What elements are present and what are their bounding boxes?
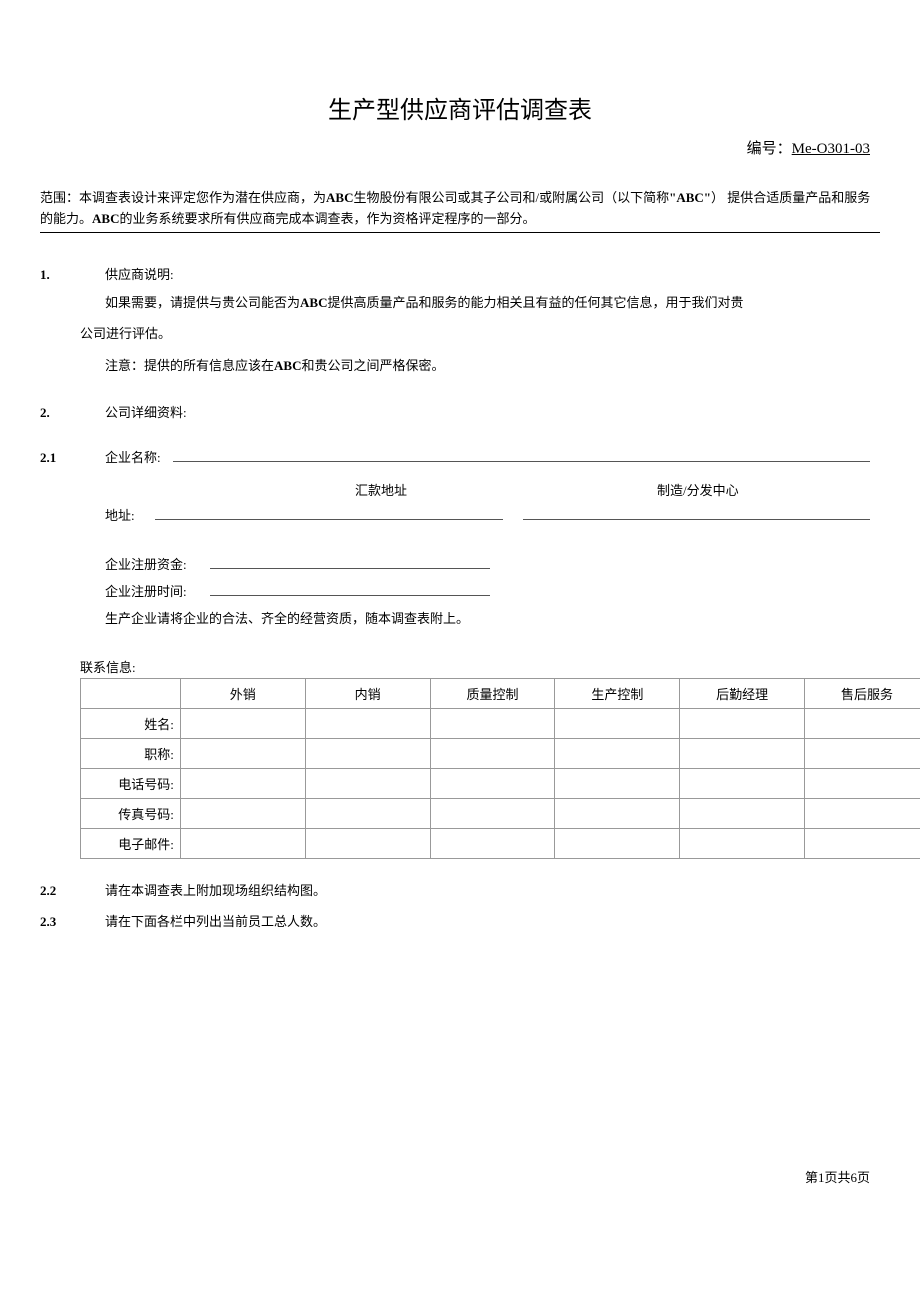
row-name-label: 姓名: [81,709,181,739]
section-heading: 供应商说明: [105,263,880,288]
scope-label: 范围： [40,190,79,205]
scope-text: 的业务系统要求所有供应商完成本调查表，作为资格评定程序的一部分。 [119,211,535,226]
cell-input[interactable] [555,709,680,739]
contact-info-label: 联系信息: [40,657,880,676]
section-text: 请在下面各栏中列出当前员工总人数。 [105,910,880,935]
col-aftersales: 售后服务 [805,679,920,709]
cell-input[interactable] [430,799,555,829]
scope-text: 本调查表设计来评定您作为潜在供应商，为 [79,190,326,205]
company-name-label: 企业名称: [105,446,161,471]
cell-input[interactable] [305,739,430,769]
cell-input[interactable] [805,829,920,859]
cell-input[interactable] [805,799,920,829]
attach-note: 生产企业请将企业的合法、齐全的经营资质，随本调查表附上。 [105,608,880,627]
abc-bold: ABC [326,190,353,205]
contact-table: 外销 内销 质量控制 生产控制 后勤经理 售后服务 姓名: 职称: 电话号码: … [80,678,920,859]
section-2-1: 2.1 企业名称: 汇款地址 制造/分发中心 地址: 企业注册资金: 企业注册时… [40,446,880,860]
row-title-label: 职称: [81,739,181,769]
page-footer: 第1页共6页 [805,1167,870,1186]
cell-input[interactable] [555,799,680,829]
cell-input[interactable] [305,829,430,859]
remit-address-input[interactable] [155,506,503,520]
section-text: 公司进行评估。 [80,326,171,341]
mfg-address-input[interactable] [523,506,871,520]
section-2-3: 2.3 请在下面各栏中列出当前员工总人数。 [40,910,880,935]
cell-input[interactable] [430,739,555,769]
cell-input[interactable] [305,799,430,829]
table-header-row: 外销 内销 质量控制 生产控制 后勤经理 售后服务 [81,679,920,709]
cell-input[interactable] [680,829,805,859]
row-email-label: 电子邮件: [81,829,181,859]
cell-input[interactable] [805,769,920,799]
cell-input[interactable] [305,709,430,739]
cell-input[interactable] [805,739,920,769]
cell-input[interactable] [680,769,805,799]
footer-mid: 页共 [824,1170,850,1185]
reg-time-input[interactable] [210,582,490,596]
section-2-2: 2.2 请在本调查表上附加现场组织结构图。 [40,879,880,904]
abc-bold: ABC [300,295,327,310]
cell-input[interactable] [430,829,555,859]
abc-bold: ABC [92,211,119,226]
scope-section: 范围：本调查表设计来评定您作为潜在供应商，为ABC生物股份有限公司或其子公司和/… [40,188,880,233]
section-text: 提供高质量产品和服务的能力相关且有益的任何其它信息，用于我们对贵 [327,295,743,310]
footer-prefix: 第 [805,1170,818,1185]
note-text: 注意：提供的所有信息应该在 [105,358,274,373]
cell-input[interactable] [180,709,305,739]
remit-address-header: 汇款地址 [355,480,407,499]
section-number: 2.3 [40,910,105,935]
mfg-center-header: 制造/分发中心 [657,480,739,499]
note-text: 和贵公司之间严格保密。 [301,358,444,373]
section-number: 2.1 [40,446,105,471]
document-title: 生产型供应商评估调查表 [40,90,880,125]
table-row: 电话号码: [81,769,920,799]
cell-input[interactable] [555,739,680,769]
reg-capital-label: 企业注册资金: [105,554,210,573]
cell-input[interactable] [430,769,555,799]
address-label: 地址: [105,505,155,524]
section-number: 2.2 [40,879,105,904]
reg-time-label: 企业注册时间: [105,581,210,600]
section-text: 如果需要，请提供与贵公司能否为 [105,295,300,310]
cell-input[interactable] [680,739,805,769]
cell-input[interactable] [680,799,805,829]
cell-input[interactable] [180,769,305,799]
table-corner [81,679,181,709]
reg-capital-input[interactable] [210,555,490,569]
cell-input[interactable] [180,829,305,859]
table-row: 姓名: [81,709,920,739]
abc-bold: ABC [274,358,301,373]
col-qc: 质量控制 [430,679,555,709]
footer-suffix: 页 [857,1170,870,1185]
doc-number-label: 编号： [747,141,792,157]
col-pc: 生产控制 [555,679,680,709]
company-name-input[interactable] [173,448,870,462]
cell-input[interactable] [680,709,805,739]
table-row: 电子邮件: [81,829,920,859]
doc-number-value: Me-O301-03 [792,141,870,157]
row-fax-label: 传真号码: [81,799,181,829]
cell-input[interactable] [555,829,680,859]
document-number: 编号：Me-O301-03 [40,137,880,158]
col-domestic: 内销 [305,679,430,709]
abc-quote-bold: "ABC" [669,190,711,205]
section-number: 1. [40,263,105,288]
col-export: 外销 [180,679,305,709]
cell-input[interactable] [180,799,305,829]
section-2: 2. 公司详细资料: [40,401,880,426]
cell-input[interactable] [430,709,555,739]
cell-input[interactable] [555,769,680,799]
col-logistics: 后勤经理 [680,679,805,709]
row-phone-label: 电话号码: [81,769,181,799]
table-row: 传真号码: [81,799,920,829]
section-1: 1. 供应商说明: 如果需要，请提供与贵公司能否为ABC提供高质量产品和服务的能… [40,263,880,381]
section-number: 2. [40,401,105,426]
section-text: 请在本调查表上附加现场组织结构图。 [105,879,880,904]
section-heading: 公司详细资料: [105,401,880,426]
cell-input[interactable] [180,739,305,769]
scope-text: 生物股份有限公司或其子公司和/或附属公司（以下简称 [353,190,669,205]
cell-input[interactable] [805,709,920,739]
table-row: 职称: [81,739,920,769]
cell-input[interactable] [305,769,430,799]
